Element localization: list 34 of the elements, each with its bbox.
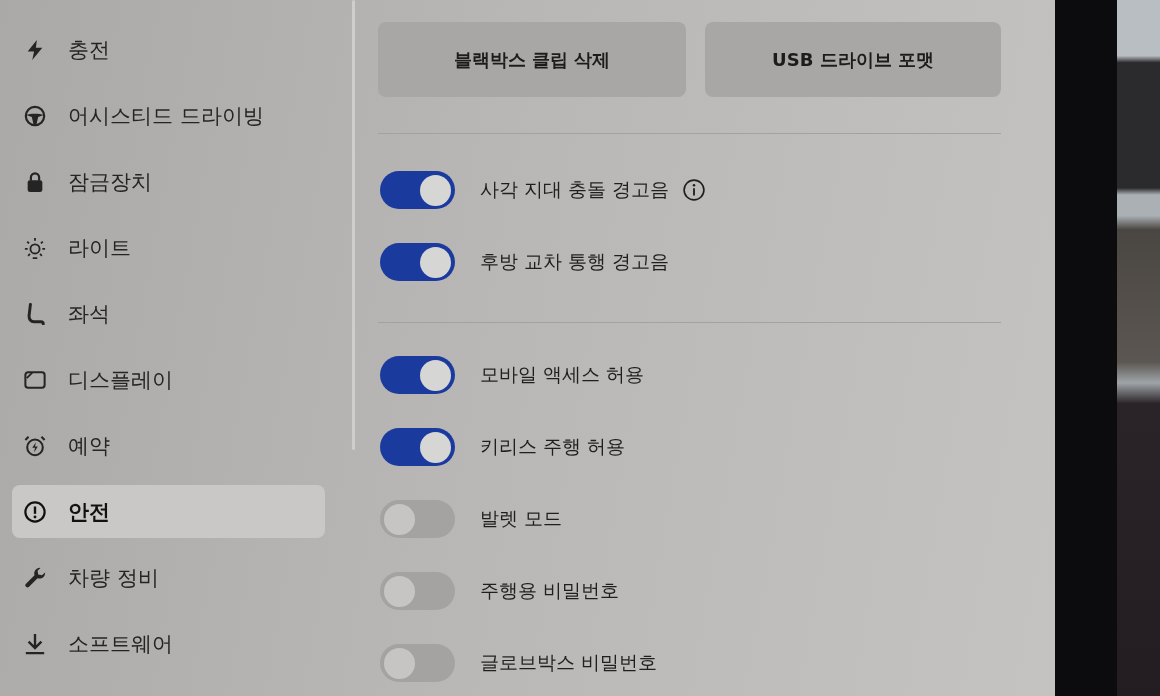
sidebar-item[interactable]: 좌석 [12,287,325,340]
action-button[interactable]: 블랙박스 클립 삭제 [378,22,686,97]
toggle-switch[interactable] [380,572,455,610]
action-button[interactable]: USB 드라이브 포맷 [705,22,1001,97]
wrench-icon [24,566,46,589]
sidebar-item[interactable]: 라이트 [12,221,325,274]
light-icon [24,236,46,259]
setting-label: 주행용 비밀번호 [480,578,620,603]
sidebar-item[interactable]: 잠금장치 [12,155,325,208]
sidebar-item[interactable]: 안전 [12,485,325,538]
sidebar-item[interactable]: 충전 [12,23,325,76]
toggle-switch[interactable] [380,500,455,538]
sidebar-item[interactable]: 소프트웨어 [12,617,325,670]
alert-circle-icon [24,500,46,523]
setting-label: 사각 지대 충돌 경고음 [480,177,670,202]
alarm-clock-icon [24,434,46,457]
setting-label: 모바일 액세스 허용 [480,362,645,387]
setting-label: 글로브박스 비밀번호 [480,650,658,675]
sidebar-item[interactable]: 디스플레이 [12,353,325,406]
setting-label: 발렛 모드 [480,506,563,531]
toggle-switch[interactable] [380,428,455,466]
toggle-switch[interactable] [380,644,455,682]
setting-label: 키리스 주행 허용 [480,434,626,459]
sidebar-item[interactable]: 어시스티드 드라이빙 [12,89,325,142]
download-icon [24,632,46,655]
display-icon [24,368,46,391]
toggle-switch[interactable] [380,171,455,209]
toggle-switch[interactable] [380,356,455,394]
info-icon[interactable] [683,179,706,201]
setting-label: 후방 교차 통행 경고음 [480,249,670,274]
steering-wheel-icon [24,104,46,127]
sidebar-item[interactable]: 차량 정비 [12,551,325,604]
sidebar-item[interactable]: 예약 [12,419,325,472]
toggle-switch[interactable] [380,243,455,281]
